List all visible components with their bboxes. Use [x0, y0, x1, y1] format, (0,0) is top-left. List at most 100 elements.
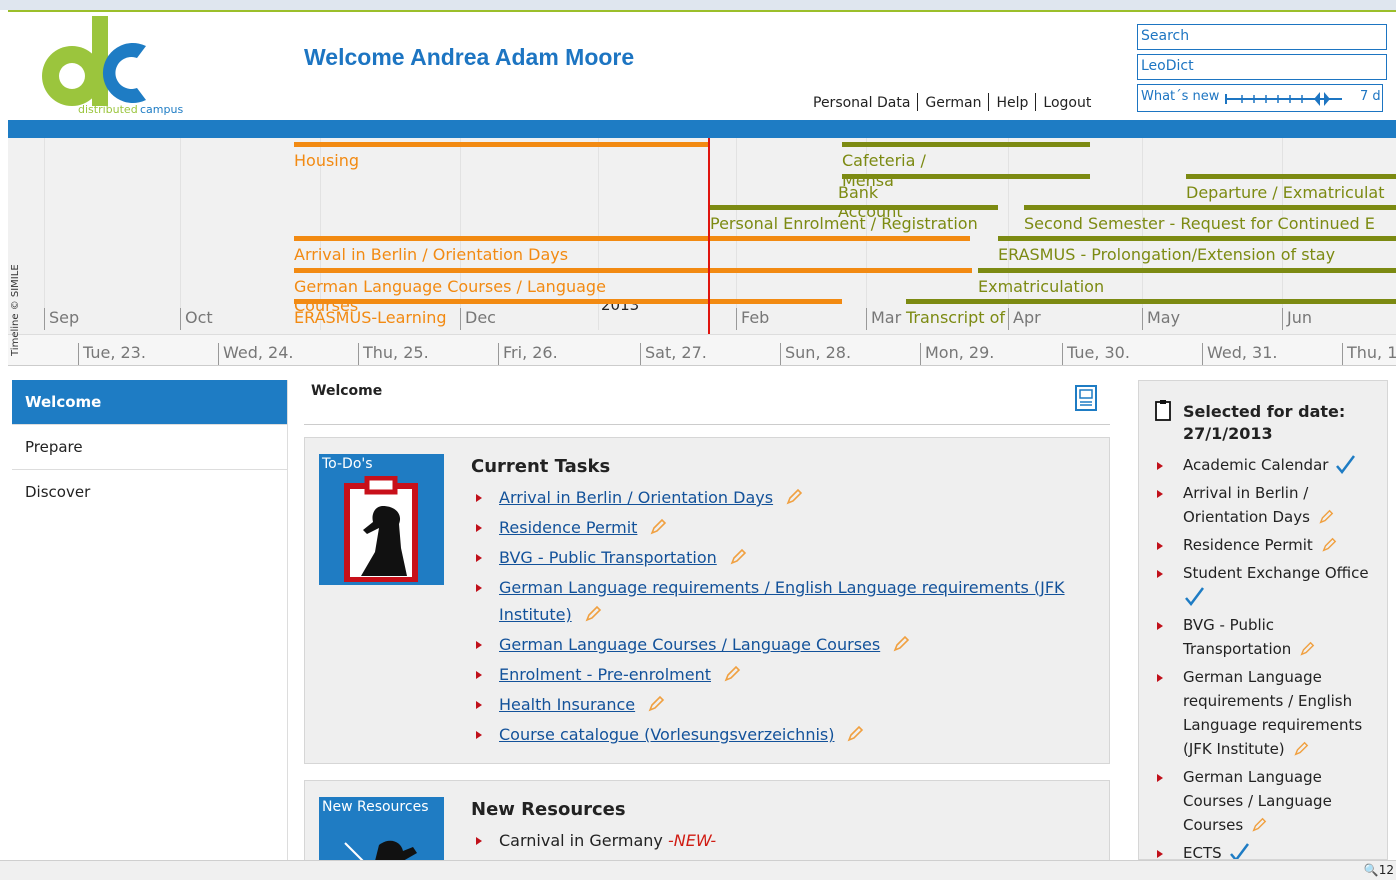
month-label: Jun	[1282, 308, 1312, 330]
event-german-courses[interactable]: German Language Courses / Language	[294, 277, 606, 296]
event-bar-german-courses[interactable]	[294, 268, 972, 273]
pencil-icon[interactable]	[729, 548, 747, 566]
item-label[interactable]: Arrival in Berlin / Orientation Days	[1183, 484, 1310, 526]
grid-line	[180, 138, 181, 330]
day-band[interactable]: Tue, 23. Wed, 24. Thu, 25. Fri, 26. Sat,…	[8, 334, 1396, 365]
event-bar-second-semester[interactable]	[1024, 205, 1396, 210]
event-bar-bank[interactable]	[842, 174, 1090, 179]
selected-date-panel: Selected for date: 27/1/2013 Academic Ca…	[1138, 380, 1388, 860]
event-erasmus-prolong[interactable]: ERASMUS - Prolongation/Extension of stay	[998, 245, 1335, 264]
todo-panel: To-Do's Current Tasks Arrival in Berlin …	[304, 437, 1110, 764]
item-label[interactable]: Residence Permit	[1183, 536, 1313, 554]
slider-track-icon	[1225, 92, 1342, 106]
event-bar-cafeteria[interactable]	[842, 142, 1090, 147]
checkmark-icon	[1185, 587, 1204, 606]
pencil-icon[interactable]	[1293, 741, 1309, 757]
resource-link[interactable]: Carnival in Germany	[499, 831, 663, 850]
grid-line	[44, 138, 45, 330]
list-item: German Language requirements / English L…	[471, 574, 1091, 628]
event-bar-departure[interactable]	[1186, 174, 1396, 179]
list-item[interactable]: Student Exchange Office	[1155, 561, 1383, 609]
event-cafeteria[interactable]: Cafeteria /	[842, 151, 926, 170]
timeline-credit: Timeline © SIMILE	[10, 264, 21, 356]
item-label[interactable]: BVG - Public Transportation	[1183, 616, 1291, 658]
event-erasmus-learning[interactable]: ERASMUS-Learning	[294, 308, 447, 327]
link-divider	[1035, 93, 1037, 111]
item-label[interactable]: Academic Calendar	[1183, 456, 1328, 474]
pencil-icon[interactable]	[647, 695, 665, 713]
personal-data-link[interactable]: Personal Data	[813, 95, 910, 111]
task-link[interactable]: Health Insurance	[499, 695, 635, 714]
pencil-icon[interactable]	[1251, 817, 1267, 833]
list-item[interactable]: ECTS	[1155, 841, 1383, 859]
day-label: Thu, 25.	[358, 343, 429, 365]
search-input[interactable]: Search	[1137, 24, 1387, 50]
event-arrival[interactable]: Arrival in Berlin / Orientation Days	[294, 245, 568, 264]
task-link[interactable]: Enrolment - Pre-enrolment	[499, 665, 711, 684]
event-departure[interactable]: Departure / Exmatriculat	[1186, 183, 1384, 202]
pencil-icon[interactable]	[723, 665, 741, 683]
event-bar-transcript[interactable]	[906, 299, 1396, 304]
whats-new-label: What´s new	[1141, 89, 1220, 104]
task-link[interactable]: German Language Courses / Language Cours…	[499, 635, 880, 654]
list-item[interactable]: German Language Courses / Language Cours…	[1155, 765, 1383, 837]
leodict-input[interactable]: LeoDict	[1137, 54, 1387, 80]
event-exmatriculation[interactable]: Exmatriculation	[978, 277, 1104, 296]
logout-link[interactable]: Logout	[1043, 95, 1091, 111]
list-item[interactable]: Arrival in Berlin / Orientation Days	[1155, 481, 1383, 529]
list-item[interactable]: BVG - Public Transportation	[1155, 613, 1383, 661]
language-link[interactable]: German	[925, 95, 981, 111]
todo-image: To-Do's	[319, 454, 444, 585]
pencil-icon[interactable]	[584, 605, 602, 623]
pencil-icon[interactable]	[1321, 537, 1337, 553]
item-label[interactable]: German Language requirements / English L…	[1183, 668, 1362, 758]
task-list: Arrival in Berlin / Orientation Days Res…	[471, 484, 1091, 751]
event-housing[interactable]: Housing	[294, 151, 359, 170]
help-link[interactable]: Help	[996, 95, 1028, 111]
event-transcript[interactable]: Transcript of	[906, 308, 1005, 327]
nav-item-welcome[interactable]: Welcome	[12, 380, 287, 425]
list-item: Health Insurance	[471, 691, 1091, 718]
current-tasks-heading: Current Tasks	[471, 456, 611, 477]
zoom-level[interactable]: 🔍12	[1364, 863, 1394, 877]
task-link[interactable]: Course catalogue (Vorlesungsverzeichnis)	[499, 725, 834, 744]
event-bar-arrival[interactable]	[294, 236, 970, 241]
task-link[interactable]: BVG - Public Transportation	[499, 548, 717, 567]
month-label: Sep	[44, 308, 79, 330]
list-item[interactable]: Academic Calendar	[1155, 453, 1383, 477]
task-link[interactable]: Arrival in Berlin / Orientation Days	[499, 488, 773, 507]
distributed-campus-logo[interactable]: distributed campus	[34, 16, 194, 116]
event-second-semester[interactable]: Second Semester - Request for Continued …	[1024, 214, 1375, 233]
list-item: Residence Permit	[471, 514, 1091, 541]
clipboard-person-icon	[344, 476, 418, 582]
pencil-icon[interactable]	[892, 635, 910, 653]
event-bar-erasmus-learning[interactable]	[294, 299, 842, 304]
event-enrolment[interactable]: Personal Enrolment / Registration	[710, 214, 978, 233]
item-label[interactable]: ECTS	[1183, 844, 1222, 859]
print-icon[interactable]	[1075, 385, 1097, 411]
link-divider	[917, 93, 919, 111]
item-label[interactable]: Student Exchange Office	[1183, 564, 1369, 582]
list-item[interactable]: German Language requirements / English L…	[1155, 665, 1383, 761]
event-bar-housing[interactable]	[294, 142, 708, 147]
pencil-icon[interactable]	[1318, 509, 1334, 525]
nav-item-discover[interactable]: Discover	[12, 470, 287, 515]
pencil-icon[interactable]	[649, 518, 667, 536]
event-bar-erasmus-prolong[interactable]	[998, 236, 1396, 241]
whats-new-slider[interactable]: What´s new 7 d	[1137, 84, 1383, 112]
pencil-icon[interactable]	[785, 488, 803, 506]
timeline[interactable]: Sep Oct Dec Feb Mar Apr May Jun 2013 Hou…	[8, 138, 1396, 366]
event-bank[interactable]: Bank	[838, 183, 878, 202]
pencil-icon[interactable]	[1299, 641, 1315, 657]
checkmark-icon	[1229, 843, 1249, 859]
divider	[304, 424, 1110, 425]
event-bar-enrolment[interactable]	[710, 205, 998, 210]
pencil-icon[interactable]	[846, 725, 864, 743]
event-bar-exmatriculation[interactable]	[978, 268, 1396, 273]
nav-item-prepare[interactable]: Prepare	[12, 425, 287, 470]
checkmark-icon	[1336, 455, 1356, 474]
list-item[interactable]: Residence Permit	[1155, 533, 1383, 557]
task-link[interactable]: Residence Permit	[499, 518, 637, 537]
list-item: Enrolment - Pre-enrolment	[471, 661, 1091, 688]
list-item: Arrival in Berlin / Orientation Days	[471, 484, 1091, 511]
